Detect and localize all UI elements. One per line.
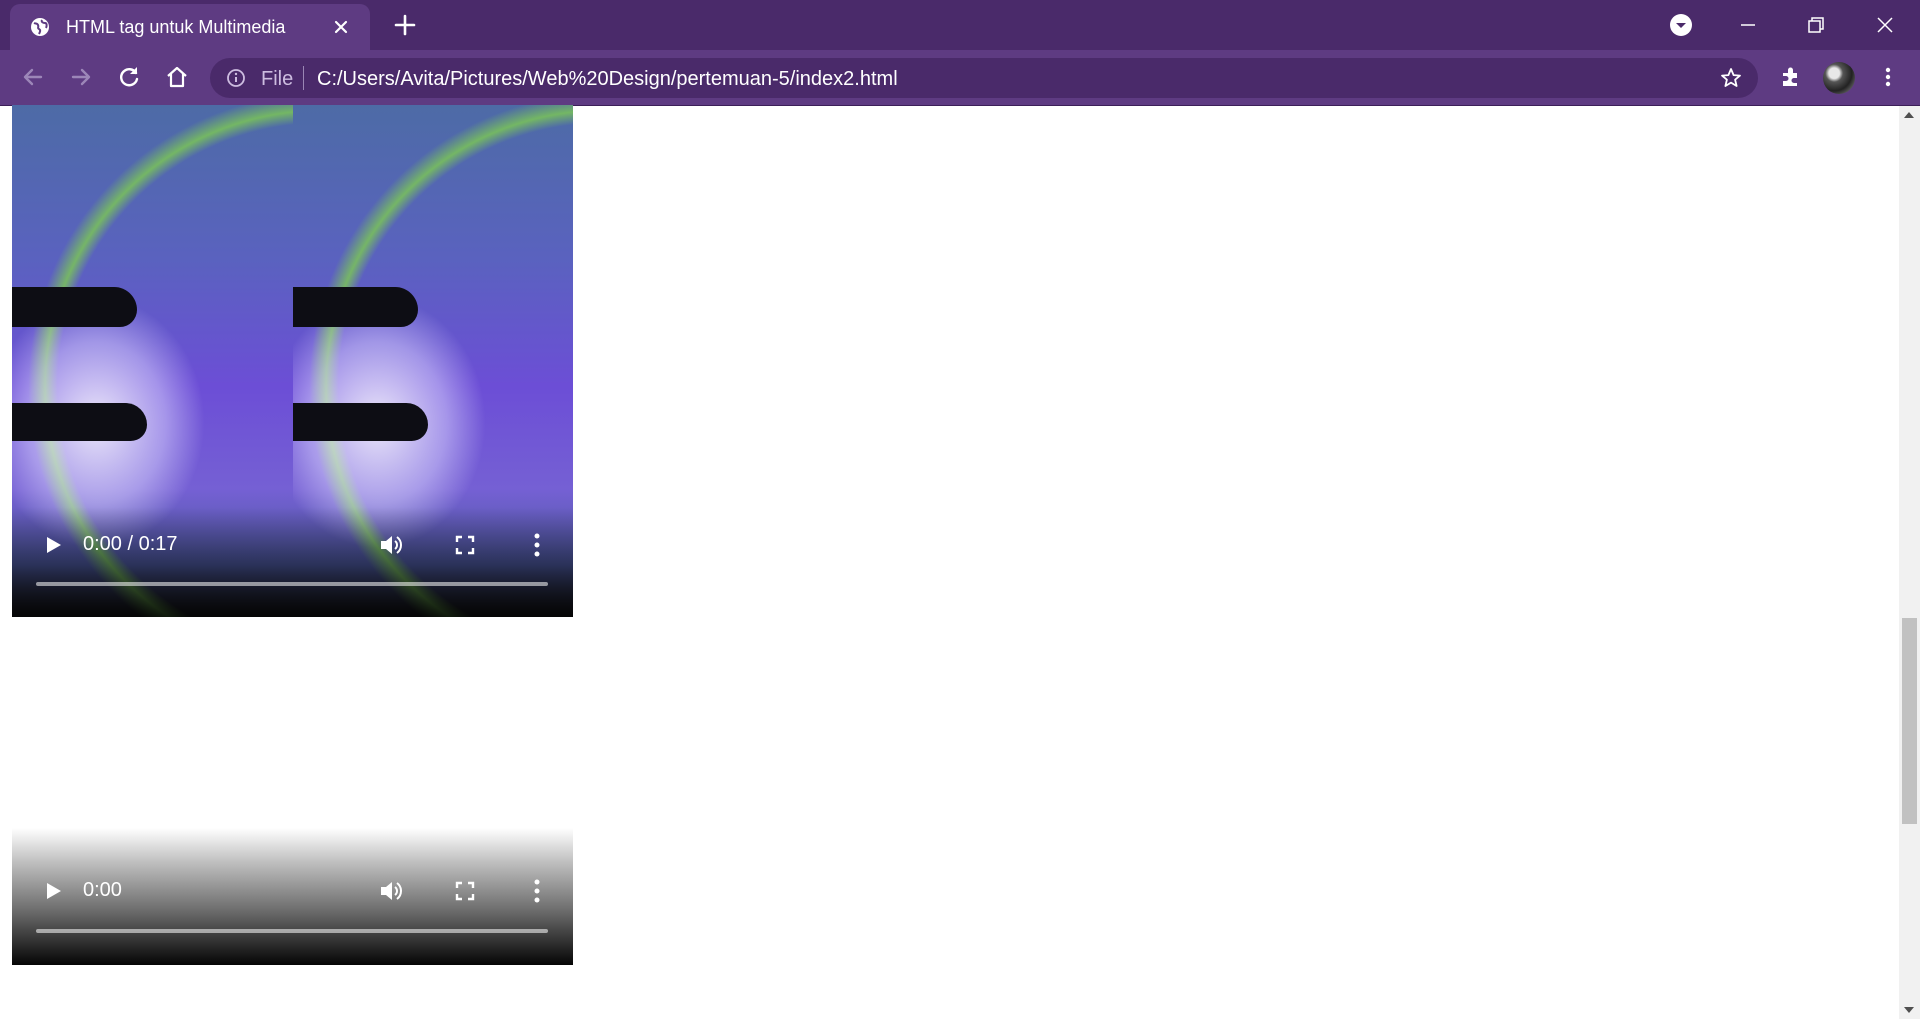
address-scheme: File (261, 68, 294, 90)
play-icon[interactable] (42, 534, 64, 556)
restore-icon[interactable] (1801, 10, 1831, 40)
volume-icon[interactable] (378, 878, 404, 904)
fullscreen-icon[interactable] (454, 880, 476, 902)
more-options-icon[interactable] (532, 878, 542, 904)
tab-strip: HTML tag untuk Multimedia (0, 0, 1920, 50)
browser-toolbar: File C:/Users/Avita/Pictures/Web%20Desig… (0, 50, 1920, 106)
video-time: 0:00 / 0:17 (83, 533, 178, 555)
video-player[interactable]: 0:00 (12, 828, 573, 965)
star-icon[interactable] (1720, 67, 1742, 89)
address-divider (303, 66, 304, 90)
close-icon[interactable] (330, 16, 352, 38)
video-progress-track[interactable] (36, 582, 548, 586)
browser-tab[interactable]: HTML tag untuk Multimedia (10, 4, 370, 50)
video-player[interactable]: 0:00 / 0:17 (12, 105, 573, 617)
play-icon[interactable] (42, 880, 64, 902)
hand-silhouette (293, 287, 418, 327)
tab-title: HTML tag untuk Multimedia (66, 17, 286, 37)
window-close-icon[interactable] (1870, 10, 1900, 40)
kebab-icon[interactable] (1875, 64, 1901, 90)
home-icon[interactable] (164, 64, 190, 90)
video-time: 0:00 (83, 879, 122, 901)
hand-silhouette (12, 287, 137, 327)
info-icon[interactable] (226, 68, 246, 88)
video-controls (12, 507, 573, 617)
plus-icon[interactable] (392, 12, 418, 38)
more-options-icon[interactable] (532, 532, 542, 558)
address-bar[interactable]: File C:/Users/Avita/Pictures/Web%20Desig… (210, 58, 1758, 98)
puzzle-icon[interactable] (1778, 64, 1804, 90)
scroll-up-icon[interactable] (1904, 112, 1914, 118)
hand-silhouette (293, 403, 428, 441)
arrow-left-icon[interactable] (20, 64, 46, 90)
scroll-down-icon[interactable] (1904, 1007, 1914, 1013)
address-url[interactable]: C:/Users/Avita/Pictures/Web%20Design/per… (317, 68, 898, 91)
globe-icon (31, 18, 49, 36)
video-progress-track[interactable] (36, 929, 548, 933)
tab-search-icon[interactable] (1666, 10, 1696, 40)
scrollbar-thumb[interactable] (1902, 618, 1917, 824)
page-scrollbar[interactable] (1899, 106, 1920, 1019)
fullscreen-icon[interactable] (454, 534, 476, 556)
reload-icon[interactable] (116, 64, 142, 90)
hand-silhouette (12, 403, 147, 441)
avatar[interactable] (1823, 62, 1855, 94)
arrow-right-icon[interactable] (68, 64, 94, 90)
volume-icon[interactable] (378, 532, 404, 558)
minimize-icon[interactable] (1733, 10, 1763, 40)
